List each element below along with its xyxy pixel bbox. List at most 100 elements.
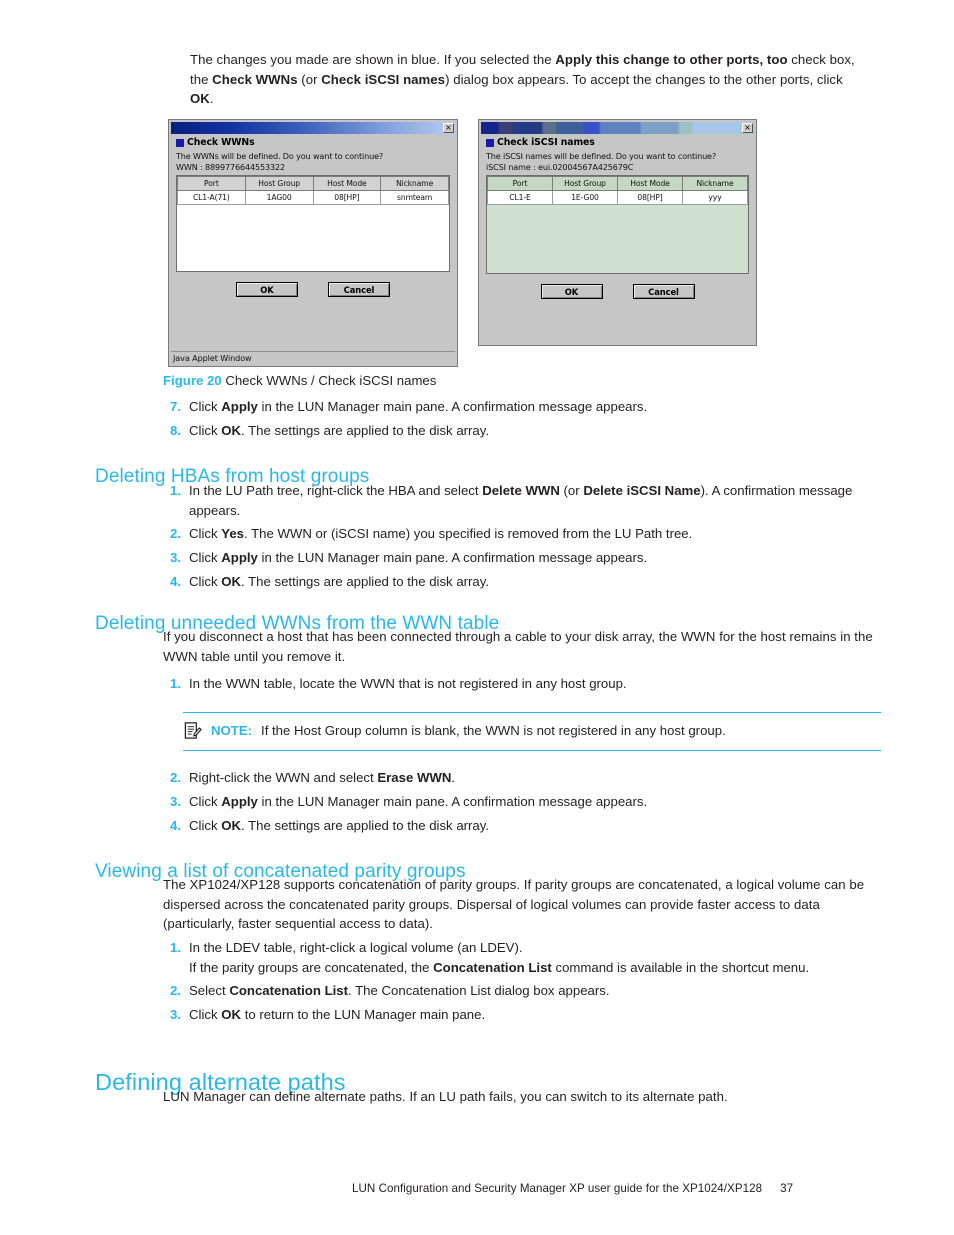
list-item-number: 2. xyxy=(170,983,181,999)
intro-paragraph: The changes you made are shown in blue. … xyxy=(190,50,865,109)
list-item-number: 2. xyxy=(170,526,181,542)
emphasis-text: OK xyxy=(221,1007,242,1023)
dialog-titlebar[interactable]: × xyxy=(171,122,455,134)
parity-groups-paragraph: The XP1024/XP128 supports concatenation … xyxy=(163,877,865,932)
cell-host-mode: 08[HP] xyxy=(312,190,382,206)
column-header: Host Group xyxy=(244,176,314,192)
cell-host-group: 1E-G00 xyxy=(552,190,618,206)
table-row[interactable]: CL1-E 1E-G00 08[HP] yyy xyxy=(487,190,748,206)
list-item-text: Click OK. The settings are applied to th… xyxy=(189,572,873,592)
dialog-button-row: OK Cancel xyxy=(176,282,450,298)
plain-text: in the LUN Manager main pane. A confirma… xyxy=(257,550,648,566)
list-item-number: 4. xyxy=(170,573,181,589)
dialog-icon xyxy=(486,138,494,147)
emphasis-text: Erase WWN xyxy=(377,770,452,785)
wwn-table-paragraph: If you disconnect a host that has been c… xyxy=(163,629,873,664)
list-item: 2. Right-click the WWN and select Erase W… xyxy=(163,768,873,788)
plain-text: Click xyxy=(189,817,222,833)
cell-host-mode: 08[HP] xyxy=(617,190,683,206)
cell-nickname: yyy xyxy=(682,190,748,206)
cancel-button[interactable]: Cancel xyxy=(328,282,390,298)
figure-caption-text: Check WWNs / Check iSCSI names xyxy=(225,373,437,388)
list-item: 1. In the LDEV table, right-click a logic… xyxy=(163,938,873,977)
dialog-button-row: OK Cancel xyxy=(486,284,749,300)
note-bottom-rule xyxy=(183,750,881,752)
check-wwns-dialog[interactable]: × Check WWNs The WWNs will be defined. D… xyxy=(168,119,458,367)
emphasis-text: OK xyxy=(221,817,242,833)
list-item-number: 7. xyxy=(170,399,181,414)
dialog-message-line-2: iSCSI name : eui.02004567A425679C xyxy=(486,161,634,172)
close-icon[interactable]: × xyxy=(443,123,454,133)
column-header: Port xyxy=(487,176,553,192)
cell-port: CL1-A(71) xyxy=(177,190,246,206)
plain-text: Click xyxy=(189,550,222,566)
wwn-result-table-container[interactable]: Port Host Group Host Mode Nickname CL1-A… xyxy=(176,175,450,273)
iscsi-result-table-container[interactable]: Port Host Group Host Mode Nickname CL1-E… xyxy=(486,175,749,275)
list-item-number: 3. xyxy=(170,550,181,566)
table-row[interactable]: CL1-A(71) 1AG00 08[HP] snmteam xyxy=(177,190,449,206)
iscsi-result-table: Port Host Group Host Mode Nickname CL1-E… xyxy=(487,176,748,206)
list-item-number: 1. xyxy=(170,483,181,498)
emphasis-text: Apply this change to other ports, too xyxy=(555,52,788,67)
list-item-text: In the WWN table, locate the WWN that is… xyxy=(189,674,873,694)
list-item-subtext: If the parity groups are concatenated, t… xyxy=(189,958,873,978)
list-item-text: In the LDEV table, right-click a logical… xyxy=(189,938,873,958)
plain-text: . xyxy=(451,770,456,785)
plain-text: Click xyxy=(189,793,222,809)
plain-text: Right-click the WWN and select xyxy=(189,770,378,785)
dialog-icon xyxy=(176,138,184,147)
emphasis-text: Check WWNs xyxy=(212,71,298,87)
dialog-titlebar[interactable]: × xyxy=(481,122,754,134)
plain-text: Click xyxy=(189,422,222,438)
list-item-text: Right-click the WWN and select Erase WWN… xyxy=(189,768,873,788)
list-item: 1. In the WWN table, locate the WWN that … xyxy=(163,674,873,694)
emphasis-text: Check iSCSI names xyxy=(321,71,446,87)
column-header: Host Mode xyxy=(312,176,382,192)
cancel-button[interactable]: Cancel xyxy=(632,284,695,300)
list-item-text: Select Concatenation List. The Concatena… xyxy=(189,981,873,1001)
dialog-message-line-2: WWN : 8899776644553322 xyxy=(176,161,286,172)
steps-continued-list: 7. Click Apply in the LUN Manager main pa… xyxy=(163,397,873,445)
plain-text: in the LUN Manager main pane. A confirma… xyxy=(257,399,648,414)
deleting-hbas-steps: 1. In the LU Path tree, right-click the H… xyxy=(163,481,873,596)
plain-text: to return to the LUN Manager main pane. xyxy=(241,1007,486,1023)
emphasis-text: Apply xyxy=(221,550,258,566)
dialog-title-text: Check iSCSI names xyxy=(497,137,595,148)
plain-text: In the WWN table, locate the WWN that is… xyxy=(189,676,627,691)
plain-text: (or xyxy=(559,483,584,498)
column-header: Nickname xyxy=(380,176,449,192)
ok-button[interactable]: OK xyxy=(236,282,298,298)
plain-text: . The WWN or (iSCSI name) you specified … xyxy=(244,526,693,542)
emphasis-text: OK xyxy=(190,91,210,107)
plain-text: Click xyxy=(189,573,222,589)
emphasis-text: OK xyxy=(221,422,242,438)
cell-nickname: snmteam xyxy=(380,190,449,206)
list-item-text: Click Apply in the LUN Manager main pane… xyxy=(189,792,873,812)
footer-title: LUN Configuration and Security Manager X… xyxy=(352,1182,763,1195)
plain-text: (or xyxy=(297,71,322,87)
dialog-message-line-1: The iSCSI names will be defined. Do you … xyxy=(486,151,717,161)
close-icon[interactable]: × xyxy=(742,123,753,133)
emphasis-text: Apply xyxy=(221,793,258,809)
plain-text: . The settings are applied to the disk a… xyxy=(241,573,490,589)
list-item-number: 3. xyxy=(170,1007,181,1023)
dialog-message-line-1: The WWNs will be defined. Do you want to… xyxy=(176,151,384,161)
emphasis-text: Delete WWN xyxy=(482,483,560,498)
list-item-number: 1. xyxy=(170,940,181,955)
check-iscsi-names-dialog[interactable]: × Check iSCSI names The iSCSI names will… xyxy=(478,119,757,346)
plain-text: The changes you made are shown in blue. … xyxy=(190,52,556,67)
list-item-text: Click OK to return to the LUN Manager ma… xyxy=(189,1005,873,1025)
emphasis-text: OK xyxy=(221,573,242,589)
note-icon xyxy=(183,721,202,740)
dialog-body: Check iSCSI names The iSCSI names will b… xyxy=(481,134,754,300)
java-applet-status-bar: Java Applet Window xyxy=(171,351,455,364)
plain-text: . The Concatenation List dialog box appe… xyxy=(348,983,610,999)
plain-text: Click xyxy=(189,1007,222,1023)
plain-text: Select xyxy=(189,983,230,999)
list-item-number: 4. xyxy=(170,817,181,833)
table-header-row: Port Host Group Host Mode Nickname xyxy=(177,176,449,192)
ok-button[interactable]: OK xyxy=(540,284,603,300)
page-footer: LUN Configuration and Security Manager X… xyxy=(352,1182,793,1195)
document-page: The changes you made are shown in blue. … xyxy=(0,0,954,1235)
dialog-heading: Check WWNs xyxy=(176,137,450,148)
